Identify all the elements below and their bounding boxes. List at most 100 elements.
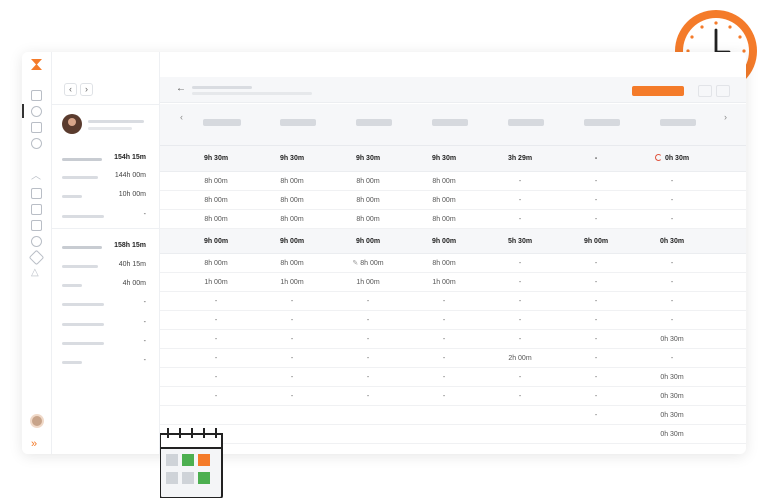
tag-icon[interactable] (28, 249, 45, 266)
time-cell[interactable]: - (482, 387, 558, 406)
time-cell[interactable]: - (254, 368, 330, 387)
time-cell[interactable]: - (482, 254, 558, 273)
time-cell[interactable]: - (406, 349, 482, 368)
time-cell[interactable]: ✎ 8h 00m (330, 254, 406, 273)
time-cell[interactable]: - (482, 311, 558, 330)
time-cell[interactable]: - (558, 254, 634, 273)
time-cell[interactable]: 9h 30m (406, 146, 482, 172)
time-cell[interactable]: 8h 00m (406, 191, 482, 210)
time-cell[interactable]: 1h 00m (254, 273, 330, 292)
dashboard-icon[interactable] (31, 90, 42, 101)
time-cell[interactable]: 9h 30m (178, 146, 254, 172)
time-cell[interactable]: 2h 00m (482, 349, 558, 368)
day-header-placeholder[interactable] (432, 119, 468, 126)
time-cell[interactable]: - (558, 311, 634, 330)
time-cell[interactable]: 8h 00m (254, 191, 330, 210)
day-header-placeholder[interactable] (660, 119, 696, 126)
time-cell[interactable]: - (634, 292, 710, 311)
time-cell[interactable]: - (482, 368, 558, 387)
time-cell[interactable]: - (634, 210, 710, 229)
time-cell[interactable]: - (254, 349, 330, 368)
time-cell[interactable]: - (406, 311, 482, 330)
time-cell[interactable]: - (558, 387, 634, 406)
primary-action-button[interactable] (632, 86, 684, 96)
time-cell[interactable]: 9h 30m (254, 146, 330, 172)
report-icon[interactable] (31, 188, 42, 199)
time-cell[interactable]: - (482, 292, 558, 311)
time-cell[interactable]: - (406, 292, 482, 311)
time-cell[interactable]: 0h 30m (634, 425, 710, 444)
time-cell[interactable]: - (558, 368, 634, 387)
time-cell[interactable]: - (330, 292, 406, 311)
time-cell[interactable]: - (558, 191, 634, 210)
time-cell[interactable]: 0h 30m (634, 368, 710, 387)
time-cell[interactable]: - (254, 387, 330, 406)
map-icon[interactable] (31, 204, 42, 215)
secondary-button[interactable] (716, 85, 730, 97)
time-cell[interactable]: 8h 00m (406, 172, 482, 191)
secondary-button[interactable] (698, 85, 712, 97)
time-cell[interactable]: - (558, 146, 634, 172)
time-cell[interactable]: 8h 00m (330, 172, 406, 191)
time-cell[interactable]: - (254, 292, 330, 311)
time-cell[interactable]: 9h 00m (330, 229, 406, 254)
time-cell[interactable]: - (482, 330, 558, 349)
network-icon[interactable]: △ (31, 268, 42, 279)
time-cell[interactable]: - (254, 311, 330, 330)
time-cell[interactable]: - (482, 273, 558, 292)
time-cell[interactable]: - (482, 191, 558, 210)
user-avatar-small[interactable] (30, 414, 44, 428)
time-cell[interactable]: - (178, 330, 254, 349)
time-cell[interactable]: 8h 00m (178, 210, 254, 229)
time-cell[interactable]: - (634, 273, 710, 292)
time-cell[interactable]: - (330, 349, 406, 368)
time-cell[interactable]: - (178, 368, 254, 387)
time-cell[interactable]: - (558, 349, 634, 368)
time-cell[interactable]: - (330, 311, 406, 330)
people-icon[interactable] (31, 138, 42, 149)
time-cell[interactable]: - (254, 330, 330, 349)
time-cell[interactable]: 8h 00m (406, 210, 482, 229)
next-week-button[interactable]: › (724, 112, 727, 122)
time-cell[interactable]: 0h 30m (634, 406, 710, 425)
time-cell[interactable]: - (634, 172, 710, 191)
time-cell[interactable]: - (634, 191, 710, 210)
time-cell[interactable]: - (482, 172, 558, 191)
time-cell[interactable]: 1h 00m (330, 273, 406, 292)
time-cell[interactable]: - (406, 330, 482, 349)
time-cell[interactable]: 0h 30m (634, 146, 710, 172)
clock-icon[interactable] (31, 106, 42, 117)
time-cell[interactable]: - (330, 387, 406, 406)
time-cell[interactable]: 8h 00m (254, 210, 330, 229)
time-cell[interactable]: - (634, 254, 710, 273)
time-cell[interactable]: 9h 00m (178, 229, 254, 254)
time-cell[interactable]: 8h 00m (254, 254, 330, 273)
time-cell[interactable]: - (406, 368, 482, 387)
time-cell[interactable]: 0h 30m (634, 387, 710, 406)
time-cell[interactable]: - (634, 349, 710, 368)
time-cell[interactable]: 0h 30m (634, 229, 710, 254)
time-cell[interactable]: - (558, 172, 634, 191)
time-cell[interactable]: 3h 29m (482, 146, 558, 172)
time-cell[interactable]: 1h 00m (178, 273, 254, 292)
shield-icon[interactable] (31, 236, 42, 247)
prev-period-button[interactable]: ‹ (64, 83, 77, 96)
time-cell[interactable]: - (178, 349, 254, 368)
time-cell[interactable]: - (558, 210, 634, 229)
expand-sidebar-icon[interactable]: » (31, 438, 37, 450)
next-period-button[interactable]: › (80, 83, 93, 96)
time-cell[interactable]: 8h 00m (178, 191, 254, 210)
briefcase-icon[interactable] (31, 220, 42, 231)
time-cell[interactable]: 9h 00m (254, 229, 330, 254)
time-cell[interactable]: 9h 30m (330, 146, 406, 172)
time-cell[interactable]: - (330, 368, 406, 387)
time-cell[interactable]: - (558, 273, 634, 292)
back-arrow-icon[interactable]: ← (176, 83, 186, 94)
time-cell[interactable]: - (558, 292, 634, 311)
time-cell[interactable]: 9h 00m (558, 229, 634, 254)
time-cell[interactable]: - (406, 387, 482, 406)
day-header-placeholder[interactable] (584, 119, 620, 126)
time-cell[interactable]: - (330, 330, 406, 349)
chevron-up-icon[interactable]: ︿ (31, 172, 42, 183)
clipboard-icon[interactable] (31, 122, 42, 133)
